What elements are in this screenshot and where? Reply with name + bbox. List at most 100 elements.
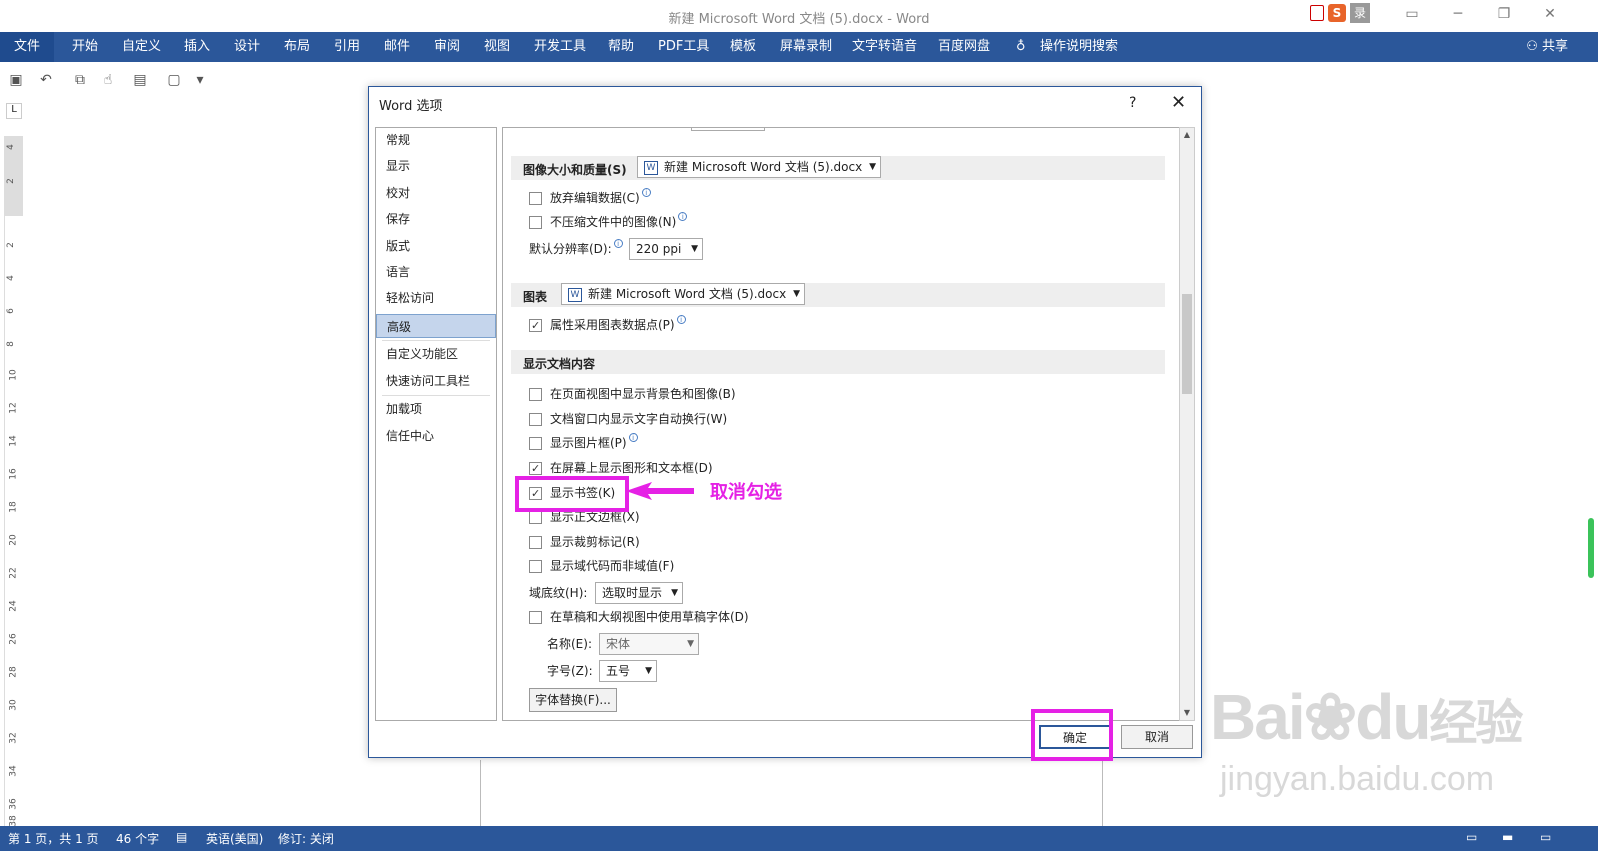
checkbox[interactable] xyxy=(529,611,542,624)
close-window-icon[interactable]: ✕ xyxy=(1540,6,1560,24)
crop-marks-option[interactable]: 显示裁剪标记(R) xyxy=(529,532,640,552)
nav-general[interactable]: 常规 xyxy=(376,128,496,152)
checkbox[interactable] xyxy=(529,316,542,336)
tab-mailings[interactable]: 邮件 xyxy=(384,32,410,62)
tab-developer[interactable]: 开发工具 xyxy=(534,32,586,62)
font-size-select[interactable]: 五号 ▼ xyxy=(599,660,657,682)
checkbox[interactable] xyxy=(529,413,542,426)
nav-customize-ribbon[interactable]: 自定义功能区 xyxy=(376,342,496,366)
share-button[interactable]: ⚇ 共享 xyxy=(1526,32,1568,62)
checkbox[interactable] xyxy=(529,511,542,524)
content-scrollbar[interactable]: ▲ ▼ xyxy=(1179,127,1195,721)
touch-mode-icon[interactable]: ☝ xyxy=(98,70,118,90)
checkbox[interactable] xyxy=(529,216,542,229)
nav-trust-center[interactable]: 信任中心 xyxy=(376,424,496,448)
tab-template[interactable]: 模板 xyxy=(730,32,756,62)
web-layout-icon[interactable]: ▭ xyxy=(1540,830,1551,844)
nav-divider xyxy=(382,340,490,341)
field-shading-select[interactable]: 选取时显示 ▼ xyxy=(595,582,683,604)
pdf-icon[interactable] xyxy=(1310,5,1324,21)
scroll-down-icon[interactable]: ▼ xyxy=(1180,706,1194,720)
tab-tts[interactable]: 文字转语音 xyxy=(852,32,917,62)
close-icon[interactable]: ✕ xyxy=(1171,92,1186,113)
save-icon[interactable]: ▣ xyxy=(6,70,26,90)
read-mode-icon[interactable]: ▭ xyxy=(1466,830,1477,844)
language[interactable]: 英语(美国) xyxy=(206,830,263,847)
field-codes-option[interactable]: 显示域代码而非域值(F) xyxy=(529,556,674,576)
nav-advanced[interactable]: 高级 xyxy=(376,314,496,338)
tab-selector[interactable]: L xyxy=(6,103,22,119)
page-count[interactable]: 第 1 页，共 1 页 xyxy=(8,830,99,847)
scroll-indicator[interactable] xyxy=(1588,518,1594,578)
show-bg-option[interactable]: 在页面视图中显示背景色和图像(B) xyxy=(529,384,736,404)
help-icon[interactable]: ? xyxy=(1129,95,1136,111)
image-doc-value: 新建 Microsoft Word 文档 (5).docx xyxy=(664,160,863,174)
restore-icon[interactable]: ❐ xyxy=(1494,6,1514,24)
tab-screen-record[interactable]: 屏幕录制 xyxy=(780,32,832,62)
print-layout-icon[interactable]: ▬ xyxy=(1502,830,1513,844)
tab-layout[interactable]: 布局 xyxy=(284,32,310,62)
checkbox[interactable] xyxy=(529,437,542,450)
lightbulb-icon[interactable]: ♁ xyxy=(1016,32,1026,62)
picture-frame-option[interactable]: 显示图片框(P) i xyxy=(529,433,638,453)
checkbox[interactable] xyxy=(529,388,542,401)
layout-icon[interactable]: ▤ xyxy=(130,70,150,90)
discard-edit-option[interactable]: 放弃编辑数据(C) i xyxy=(529,188,651,208)
tab-review[interactable]: 审阅 xyxy=(434,32,460,62)
chart-prop-option[interactable]: 属性采用图表数据点(P)i xyxy=(529,315,686,336)
tab-design[interactable]: 设计 xyxy=(234,32,260,62)
no-compress-option[interactable]: 不压缩文件中的图像(N) i xyxy=(529,212,688,232)
ime-label[interactable]: 录 xyxy=(1350,3,1371,23)
draft-font-option[interactable]: 在草稿和大纲视图中使用草稿字体(D) xyxy=(529,607,749,627)
watermark-cn: 经验 xyxy=(1429,697,1523,750)
checkbox[interactable] xyxy=(529,192,542,205)
wrap-text-option[interactable]: 文档窗口内显示文字自动换行(W) xyxy=(529,409,727,429)
scroll-thumb[interactable] xyxy=(1182,294,1192,394)
ime-toolbar[interactable]: S 录 xyxy=(1310,2,1402,24)
tab-home[interactable]: 开始 xyxy=(72,32,98,62)
nav-save[interactable]: 保存 xyxy=(376,207,496,231)
proofing-icon[interactable]: ▤ xyxy=(176,830,187,844)
image-doc-select[interactable]: W 新建 Microsoft Word 文档 (5).docx ▼ xyxy=(637,156,881,178)
font-substitution-button[interactable]: 字体替换(F)... xyxy=(529,688,617,712)
title-bar: 新建 Microsoft Word 文档 (5).docx - Word S 录… xyxy=(0,0,1598,32)
undo-icon[interactable]: ↶ xyxy=(36,70,56,90)
tab-file[interactable]: 文件 xyxy=(0,32,55,62)
nav-proofing[interactable]: 校对 xyxy=(376,181,496,205)
nav-layout[interactable]: 版式 xyxy=(376,234,496,258)
customize-qat-icon[interactable]: ▾ xyxy=(190,70,210,90)
scroll-up-icon[interactable]: ▲ xyxy=(1180,128,1194,142)
nav-accessibility[interactable]: 轻松访问 xyxy=(376,286,496,310)
nav-language[interactable]: 语言 xyxy=(376,260,496,284)
ribbon-display-icon[interactable]: ▭ xyxy=(1402,6,1422,24)
tab-insert[interactable]: 插入 xyxy=(184,32,210,62)
tab-baidu-disk[interactable]: 百度网盘 xyxy=(938,32,990,62)
tab-pdf[interactable]: PDF工具 xyxy=(658,32,709,62)
sogou-icon[interactable]: S xyxy=(1328,4,1346,22)
word-count[interactable]: 46 个字 xyxy=(116,830,159,847)
tab-custom[interactable]: 自定义 xyxy=(122,32,161,62)
font-name-select[interactable]: 宋体 ▼ xyxy=(599,633,699,655)
minimize-icon[interactable]: ─ xyxy=(1448,6,1468,24)
tab-references[interactable]: 引用 xyxy=(334,32,360,62)
checkbox[interactable] xyxy=(529,536,542,549)
nav-quick-access[interactable]: 快速访问工具栏 xyxy=(376,369,496,393)
nav-addins[interactable]: 加载项 xyxy=(376,397,496,421)
track-changes[interactable]: 修订: 关闭 xyxy=(278,830,334,847)
option-label: 在页面视图中显示背景色和图像(B) xyxy=(550,387,736,401)
cancel-button[interactable]: 取消 xyxy=(1121,725,1193,749)
page-left-edge xyxy=(480,760,481,826)
format-painter-icon[interactable]: ⧉ xyxy=(70,70,90,90)
new-doc-icon[interactable]: ▢ xyxy=(164,70,184,90)
nav-display[interactable]: 显示 xyxy=(376,154,496,178)
tab-help[interactable]: 帮助 xyxy=(608,32,634,62)
tell-me-search[interactable]: 操作说明搜索 xyxy=(1040,32,1118,62)
checkbox[interactable] xyxy=(529,560,542,573)
show-shapes-option[interactable]: 在屏幕上显示图形和文本框(D) xyxy=(529,458,713,479)
chart-doc-select[interactable]: W 新建 Microsoft Word 文档 (5).docx ▼ xyxy=(561,283,805,305)
resolution-select[interactable]: 220 ppi ▼ xyxy=(629,238,703,260)
checkbox[interactable] xyxy=(529,459,542,479)
ruler-mark: 4 xyxy=(5,144,16,150)
tab-view[interactable]: 视图 xyxy=(484,32,510,62)
ruler-mark: 16 xyxy=(8,468,19,480)
